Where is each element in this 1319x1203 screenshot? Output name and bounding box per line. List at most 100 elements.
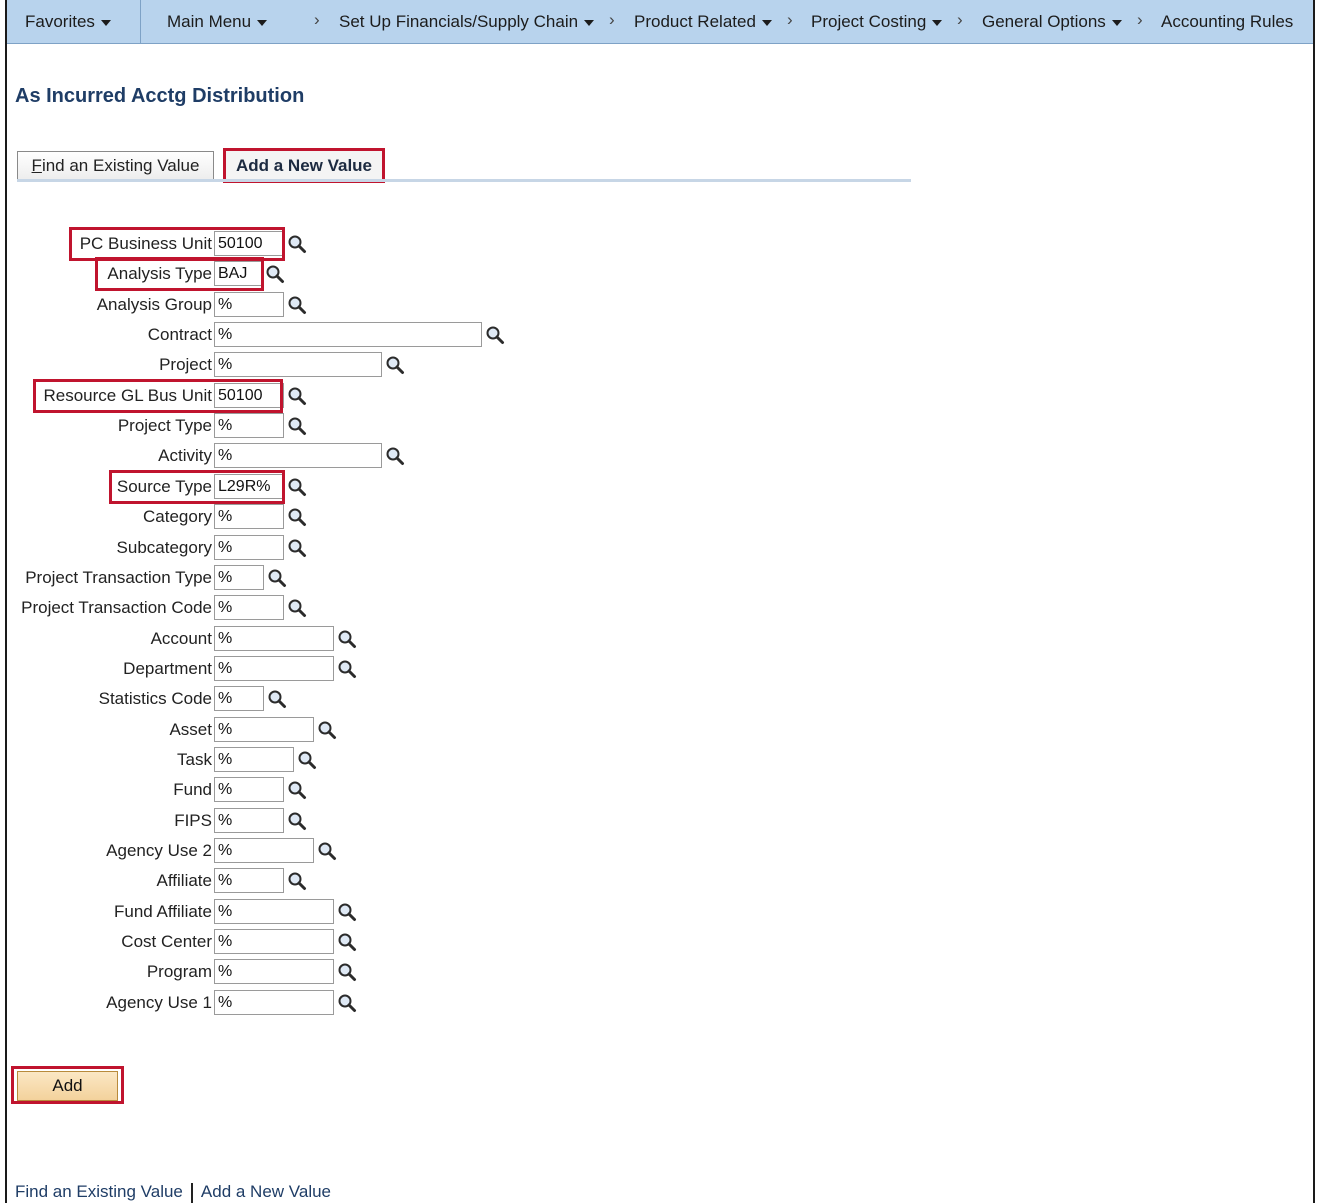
cost-center-input[interactable]	[214, 929, 334, 954]
fund-affiliate-input[interactable]	[214, 899, 334, 924]
cost-center-label: Cost Center	[121, 932, 212, 951]
lookup-search-icon[interactable]	[265, 264, 285, 284]
lookup-search-icon[interactable]	[385, 446, 405, 466]
field-row-contract: Contract	[0, 322, 700, 348]
project-transaction-type-input[interactable]	[214, 565, 264, 590]
page-title: As Incurred Acctg Distribution	[15, 85, 305, 107]
task-label: Task	[177, 750, 212, 769]
lookup-search-icon[interactable]	[385, 355, 405, 375]
lookup-search-icon[interactable]	[267, 689, 287, 709]
asset-label: Asset	[169, 720, 212, 739]
lookup-search-icon[interactable]	[287, 780, 307, 800]
lookup-search-icon[interactable]	[337, 993, 357, 1013]
source-type-input[interactable]	[214, 474, 284, 499]
breadcrumb-setup-financials[interactable]: Set Up Financials/Supply Chain	[339, 12, 595, 32]
project-input[interactable]	[214, 352, 382, 377]
project-transaction-code-label: Project Transaction Code	[21, 598, 212, 617]
lookup-search-icon[interactable]	[287, 811, 307, 831]
program-input[interactable]	[214, 959, 334, 984]
field-row-source-type: Source Type	[0, 474, 700, 500]
breadcrumb-product-related[interactable]: Product Related	[634, 12, 772, 32]
field-row-department: Department	[0, 656, 700, 682]
subcategory-input[interactable]	[214, 535, 284, 560]
breadcrumb-label: Product Related	[634, 12, 756, 31]
footer-add-new-value-link[interactable]: Add a New Value	[201, 1182, 331, 1201]
account-input[interactable]	[214, 626, 334, 651]
pc-business-unit-input[interactable]	[214, 231, 284, 256]
field-row-subcategory: Subcategory	[0, 535, 700, 561]
lookup-search-icon[interactable]	[337, 659, 357, 679]
agency-use-1-label: Agency Use 1	[106, 993, 212, 1012]
resource-gl-bus-unit-label: Resource GL Bus Unit	[43, 386, 213, 405]
activity-label: Activity	[158, 446, 212, 465]
statistics-code-input[interactable]	[214, 686, 264, 711]
field-row-project-transaction-type: Project Transaction Type	[0, 565, 700, 591]
lookup-search-icon[interactable]	[287, 477, 307, 497]
pc-business-unit-label: PC Business Unit	[79, 234, 212, 253]
main-menu[interactable]: Main Menu	[167, 12, 268, 32]
bottom-links: Find an Existing Value Add a New Value	[15, 1182, 331, 1203]
breadcrumb-general-options[interactable]: General Options	[982, 12, 1122, 32]
department-label: Department	[123, 659, 212, 678]
lookup-search-icon[interactable]	[287, 295, 307, 315]
lookup-search-icon[interactable]	[287, 538, 307, 558]
field-row-statistics-code: Statistics Code	[0, 686, 700, 712]
category-input[interactable]	[214, 504, 284, 529]
fips-input[interactable]	[214, 808, 284, 833]
footer-find-existing-value-link[interactable]: Find an Existing Value	[15, 1182, 183, 1201]
lookup-search-icon[interactable]	[297, 750, 317, 770]
resource-gl-bus-unit-input[interactable]	[214, 383, 284, 408]
breadcrumb-label: Set Up Financials/Supply Chain	[339, 12, 579, 31]
lookup-search-icon[interactable]	[337, 962, 357, 982]
field-row-analysis-type: Analysis Type	[0, 261, 700, 287]
field-row-analysis-group: Analysis Group	[0, 292, 700, 318]
analysis-type-input[interactable]	[214, 261, 262, 286]
tab-add-new-value[interactable]: Add a New Value	[223, 148, 385, 183]
fund-input[interactable]	[214, 777, 284, 802]
lookup-search-icon[interactable]	[317, 720, 337, 740]
breadcrumb-project-costing[interactable]: Project Costing	[811, 12, 943, 32]
analysis-group-input[interactable]	[214, 292, 284, 317]
asset-input[interactable]	[214, 717, 314, 742]
field-row-cost-center: Cost Center	[0, 929, 700, 955]
lookup-search-icon[interactable]	[287, 416, 307, 436]
affiliate-input[interactable]	[214, 868, 284, 893]
department-input[interactable]	[214, 656, 334, 681]
breadcrumb-accounting-rules[interactable]: Accounting Rules	[1161, 12, 1293, 32]
fips-label: FIPS	[174, 811, 212, 830]
lookup-search-icon[interactable]	[287, 598, 307, 618]
chevron-down-icon	[100, 19, 111, 26]
lookup-search-icon[interactable]	[287, 507, 307, 527]
field-row-fips: FIPS	[0, 808, 700, 834]
lookup-search-icon[interactable]	[267, 568, 287, 588]
favorites-menu[interactable]: Favorites	[25, 12, 111, 32]
add-button[interactable]: Add	[17, 1071, 118, 1101]
lookup-search-icon[interactable]	[337, 629, 357, 649]
lookup-search-icon[interactable]	[287, 386, 307, 406]
contract-input[interactable]	[214, 322, 482, 347]
chevron-down-icon	[761, 19, 772, 26]
lookup-search-icon[interactable]	[317, 841, 337, 861]
chevron-down-icon	[932, 19, 943, 26]
chevron-down-icon	[584, 19, 595, 26]
lookup-search-icon[interactable]	[485, 325, 505, 345]
breadcrumb-separator-icon: ›	[957, 10, 963, 29]
lookup-search-icon[interactable]	[287, 871, 307, 891]
top-navbar: Favorites Main Menu › Set Up Financials/…	[7, 0, 1313, 44]
agency-use-1-input[interactable]	[214, 990, 334, 1015]
lookup-search-icon[interactable]	[337, 932, 357, 952]
project-type-input[interactable]	[214, 413, 284, 438]
field-row-activity: Activity	[0, 443, 700, 469]
tab-find-existing-value[interactable]: Find an Existing Value	[17, 151, 214, 181]
lookup-search-icon[interactable]	[337, 902, 357, 922]
agency-use-2-input[interactable]	[214, 838, 314, 863]
breadcrumb-label: Project Costing	[811, 12, 927, 31]
field-row-pc-business-unit: PC Business Unit	[0, 231, 700, 257]
subcategory-label: Subcategory	[116, 538, 212, 557]
activity-input[interactable]	[214, 443, 382, 468]
lookup-search-icon[interactable]	[287, 234, 307, 254]
source-type-label: Source Type	[116, 477, 212, 496]
task-input[interactable]	[214, 747, 294, 772]
project-transaction-code-input[interactable]	[214, 595, 284, 620]
breadcrumb-label: Accounting Rules	[1161, 12, 1294, 31]
